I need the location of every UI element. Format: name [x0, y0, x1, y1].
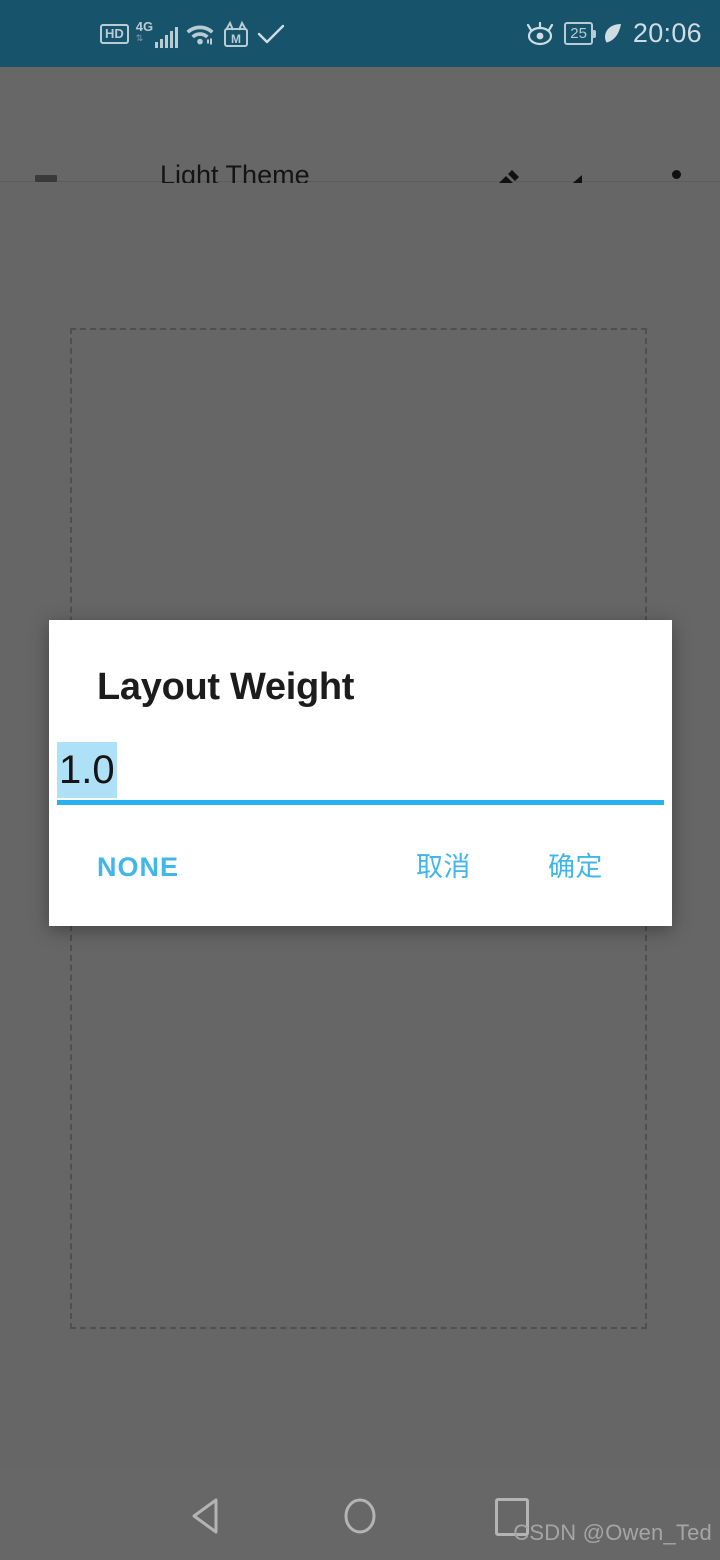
layout-weight-dialog: Layout Weight 1.0 NONE 取消 确定	[49, 620, 672, 926]
weight-input-value[interactable]: 1.0	[57, 742, 117, 798]
cancel-button[interactable]: 取消	[416, 845, 471, 889]
input-underline	[57, 800, 664, 805]
dialog-title: Layout Weight	[97, 666, 355, 708]
none-button[interactable]: NONE	[97, 845, 179, 889]
watermark-text: CSDN @Owen_Ted	[513, 1520, 712, 1545]
weight-input-field[interactable]: 1.0	[57, 742, 664, 804]
nav-home-icon[interactable]	[338, 1494, 382, 1538]
dialog-action-row: NONE 取消 确定	[49, 845, 672, 909]
nav-back-icon[interactable]	[185, 1494, 229, 1538]
system-navigation-bar: CSDN @Owen_Ted	[0, 1470, 720, 1560]
confirm-button[interactable]: 确定	[548, 845, 603, 889]
